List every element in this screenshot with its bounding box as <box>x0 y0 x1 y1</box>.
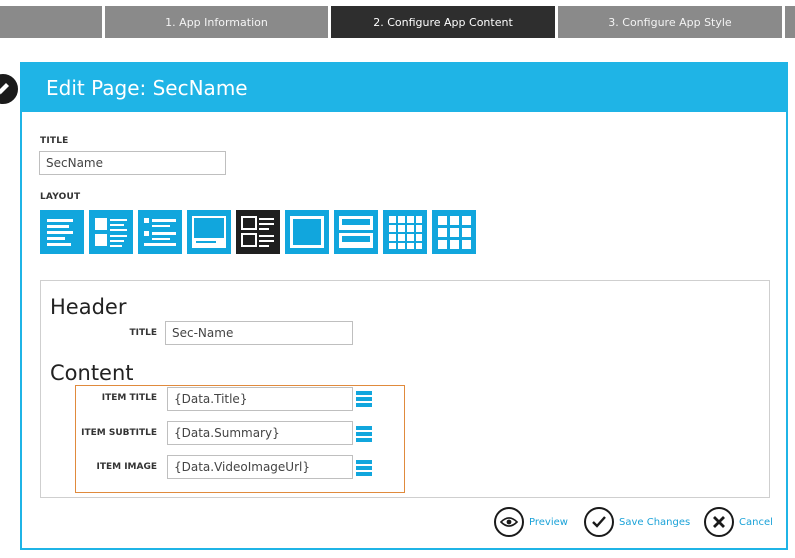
cancel-label: Cancel <box>739 516 773 528</box>
wizard-step-label: 3. Configure App Style <box>608 15 732 29</box>
data-binding-icon[interactable] <box>356 460 372 476</box>
layout-tile-two-row-thumbnails[interactable] <box>236 210 280 254</box>
page-title-input[interactable]: SecName <box>39 151 226 175</box>
eye-icon <box>494 507 524 537</box>
item-image-input[interactable]: {Data.VideoImageUrl} <box>167 455 353 479</box>
title-label: TITLE <box>40 136 69 146</box>
header-section-heading: Header <box>50 295 127 319</box>
layout-thumbnail-list-icon <box>95 218 127 247</box>
pencil-icon <box>0 83 9 95</box>
save-changes-label: Save Changes <box>619 516 691 528</box>
wizard-step-label: 1. App Information <box>165 15 268 29</box>
layout-tile-grid-4x4[interactable] <box>383 210 427 254</box>
layout-picker <box>40 210 500 254</box>
item-title-input[interactable]: {Data.Title} <box>167 387 353 411</box>
data-binding-icon[interactable] <box>356 391 372 407</box>
preview-label: Preview <box>529 516 568 528</box>
close-icon <box>704 507 734 537</box>
layout-bullet-list-icon <box>144 218 176 246</box>
panel-header: Edit Page: SecName <box>22 64 786 112</box>
item-image-label: ITEM IMAGE <box>96 462 157 472</box>
wizard-steps: 1. App Information 2. Configure App Cont… <box>0 6 795 38</box>
layout-list-icon <box>47 219 73 246</box>
section-editor: Header TITLE Sec-Name Content ITEM TITLE… <box>40 280 770 498</box>
layout-two-row-thumbnails-icon <box>241 216 274 247</box>
edit-pencil-badge <box>0 72 20 106</box>
wizard-step-configure-style[interactable]: 3. Configure App Style <box>558 6 782 38</box>
content-section-heading: Content <box>50 361 134 385</box>
cancel-button[interactable]: Cancel <box>704 506 773 538</box>
checkmark-icon <box>584 507 614 537</box>
wizard-step-app-information[interactable]: 1. App Information <box>105 6 328 38</box>
page-title: Edit Page: SecName <box>46 76 248 100</box>
item-title-label: ITEM TITLE <box>101 393 157 403</box>
layout-label: LAYOUT <box>40 192 81 202</box>
layout-tile-stacked-images[interactable] <box>334 210 378 254</box>
save-changes-button[interactable]: Save Changes <box>584 506 690 538</box>
layout-tile-list[interactable] <box>40 210 84 254</box>
preview-button[interactable]: Preview <box>494 506 568 538</box>
layout-grid-4x4-icon <box>389 216 422 249</box>
wizard-step-configure-content[interactable]: 2. Configure App Content <box>331 6 555 38</box>
wizard-step-blank-left <box>0 6 102 38</box>
layout-tile-image-caption[interactable] <box>187 210 231 254</box>
edit-page-panel: Edit Page: SecName TITLE SecName LAYOUT <box>20 62 788 550</box>
data-binding-icon[interactable] <box>356 426 372 442</box>
item-subtitle-input[interactable]: {Data.Summary} <box>167 421 353 445</box>
layout-tile-thumbnail-list[interactable] <box>89 210 133 254</box>
layout-stacked-images-icon <box>339 216 373 248</box>
layout-grid-3x3-icon <box>438 216 471 249</box>
layout-tile-full-image[interactable] <box>285 210 329 254</box>
layout-tile-grid-3x3[interactable] <box>432 210 476 254</box>
layout-image-caption-icon <box>192 216 226 248</box>
layout-full-image-icon <box>290 216 324 248</box>
item-subtitle-label: ITEM SUBTITLE <box>81 428 157 438</box>
wizard-step-blank-right <box>785 6 795 38</box>
wizard-step-label: 2. Configure App Content <box>373 15 513 29</box>
header-title-label: TITLE <box>129 328 157 338</box>
header-title-input[interactable]: Sec-Name <box>165 321 353 345</box>
layout-tile-bullet-list[interactable] <box>138 210 182 254</box>
